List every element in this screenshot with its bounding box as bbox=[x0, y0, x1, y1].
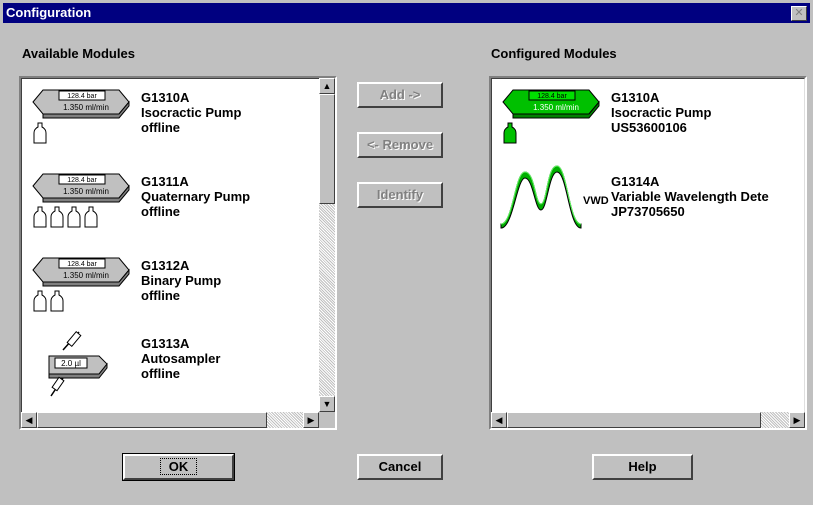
module-info: G1310A Isocractic Pump US53600106 bbox=[611, 90, 711, 135]
sampler-volume-label: 2.0 µl bbox=[61, 359, 81, 368]
configured-item-g1314a[interactable]: VWD G1314A Variable Wavelength Dete JP73… bbox=[491, 165, 791, 248]
vwd-label: VWD bbox=[583, 195, 609, 207]
scroll-left-arrow-icon[interactable]: ◀ bbox=[491, 412, 507, 428]
quaternary-pump-icon: 128.4 bar 1.350 ml/min bbox=[32, 173, 130, 228]
module-info: G1310A Isocractic Pump offline bbox=[141, 90, 241, 135]
configuration-dialog: Configuration ✕ Available Modules Config… bbox=[0, 0, 813, 505]
dialog-title: Configuration bbox=[6, 5, 92, 20]
binary-pump-icon: 128.4 bar 1.350 ml/min bbox=[32, 257, 130, 312]
module-serial: JP73705650 bbox=[611, 204, 685, 219]
scroll-thumb[interactable] bbox=[319, 94, 335, 204]
identify-button[interactable]: Identify bbox=[357, 182, 443, 208]
vwd-detector-icon: VWD bbox=[500, 165, 609, 229]
cancel-button[interactable]: Cancel bbox=[357, 454, 443, 480]
close-icon[interactable]: ✕ bbox=[791, 6, 807, 21]
module-name: Variable Wavelength Dete bbox=[611, 189, 769, 204]
available-item-g1313a[interactable]: 2.0 µl G1313A Autosampler offline bbox=[21, 330, 321, 410]
module-model: G1310A bbox=[611, 90, 660, 105]
scroll-thumb[interactable] bbox=[507, 412, 761, 428]
scroll-right-arrow-icon[interactable]: ▶ bbox=[303, 412, 319, 428]
module-serial: US53600106 bbox=[611, 120, 687, 135]
module-name: Binary Pump bbox=[141, 273, 222, 288]
module-model: G1311A bbox=[141, 174, 189, 189]
configured-modules-list[interactable]: 128.4 bar 1.350 ml/min G1310A Isocractic… bbox=[489, 76, 807, 430]
scroll-up-arrow-icon[interactable]: ▲ bbox=[319, 78, 335, 94]
available-horizontal-scrollbar[interactable]: ◀ ▶ bbox=[21, 412, 319, 428]
module-info: G1311A Quaternary Pump offline bbox=[141, 174, 250, 219]
isocratic-pump-icon: 128.4 bar 1.350 ml/min bbox=[502, 89, 600, 144]
pump-flow-label: 1.350 ml/min bbox=[63, 271, 109, 280]
available-item-g1312a[interactable]: 128.4 bar 1.350 ml/min G1312A Binary Pum… bbox=[21, 252, 321, 332]
add-button[interactable]: Add -> bbox=[357, 82, 443, 108]
available-vertical-scrollbar[interactable]: ▲ ▼ bbox=[319, 78, 335, 412]
module-model: G1312A bbox=[141, 258, 190, 273]
module-name: Isocractic Pump bbox=[611, 105, 712, 120]
configured-modules-header: Configured Modules bbox=[491, 46, 617, 61]
module-status: offline bbox=[141, 204, 180, 219]
pump-pressure-label: 128.4 bar bbox=[67, 93, 97, 100]
module-status: offline bbox=[141, 366, 180, 381]
pump-flow-label: 1.350 ml/min bbox=[533, 103, 579, 112]
available-modules-list[interactable]: 128.4 bar 1.350 ml/min G1310A Isocractic… bbox=[19, 76, 337, 430]
pump-pressure-label: 128.4 bar bbox=[67, 177, 97, 184]
autosampler-icon: 2.0 µl bbox=[48, 331, 108, 397]
ok-button[interactable]: OK bbox=[122, 453, 235, 481]
module-status: offline bbox=[141, 120, 180, 135]
module-info: G1312A Binary Pump offline bbox=[141, 258, 221, 303]
available-item-g1311a[interactable]: 128.4 bar 1.350 ml/min G1311A Quaternary… bbox=[21, 168, 321, 248]
module-model: G1310A bbox=[141, 90, 190, 105]
help-button[interactable]: Help bbox=[592, 454, 693, 480]
available-modules-header: Available Modules bbox=[22, 46, 135, 61]
pump-flow-label: 1.350 ml/min bbox=[63, 103, 109, 112]
pump-pressure-label: 128.4 bar bbox=[537, 93, 567, 100]
module-model: G1313A bbox=[141, 336, 190, 351]
module-name: Isocractic Pump bbox=[141, 105, 242, 120]
scroll-right-arrow-icon[interactable]: ▶ bbox=[789, 412, 805, 428]
module-info: G1314A Variable Wavelength Dete JP737056… bbox=[611, 174, 769, 219]
pump-flow-label: 1.350 ml/min bbox=[63, 187, 109, 196]
scroll-corner bbox=[319, 412, 335, 428]
ok-button-label: OK bbox=[159, 458, 198, 475]
module-info: G1313A Autosampler offline bbox=[141, 336, 220, 381]
available-item-g1310a[interactable]: 128.4 bar 1.350 ml/min G1310A Isocractic… bbox=[21, 84, 321, 164]
configured-horizontal-scrollbar[interactable]: ◀ ▶ bbox=[491, 412, 805, 428]
pump-pressure-label: 128.4 bar bbox=[67, 261, 97, 268]
module-model: G1314A bbox=[611, 174, 660, 189]
scroll-down-arrow-icon[interactable]: ▼ bbox=[319, 396, 335, 412]
module-name: Autosampler bbox=[141, 351, 221, 366]
remove-button[interactable]: <- Remove bbox=[357, 132, 443, 158]
title-bar[interactable]: Configuration ✕ bbox=[3, 3, 810, 23]
module-name: Quaternary Pump bbox=[141, 189, 251, 204]
scroll-thumb[interactable] bbox=[37, 412, 267, 428]
isocratic-pump-icon: 128.4 bar 1.350 ml/min bbox=[32, 89, 130, 144]
configured-item-g1310a[interactable]: 128.4 bar 1.350 ml/min G1310A Isocractic… bbox=[491, 84, 791, 164]
scroll-left-arrow-icon[interactable]: ◀ bbox=[21, 412, 37, 428]
module-status: offline bbox=[141, 288, 180, 303]
